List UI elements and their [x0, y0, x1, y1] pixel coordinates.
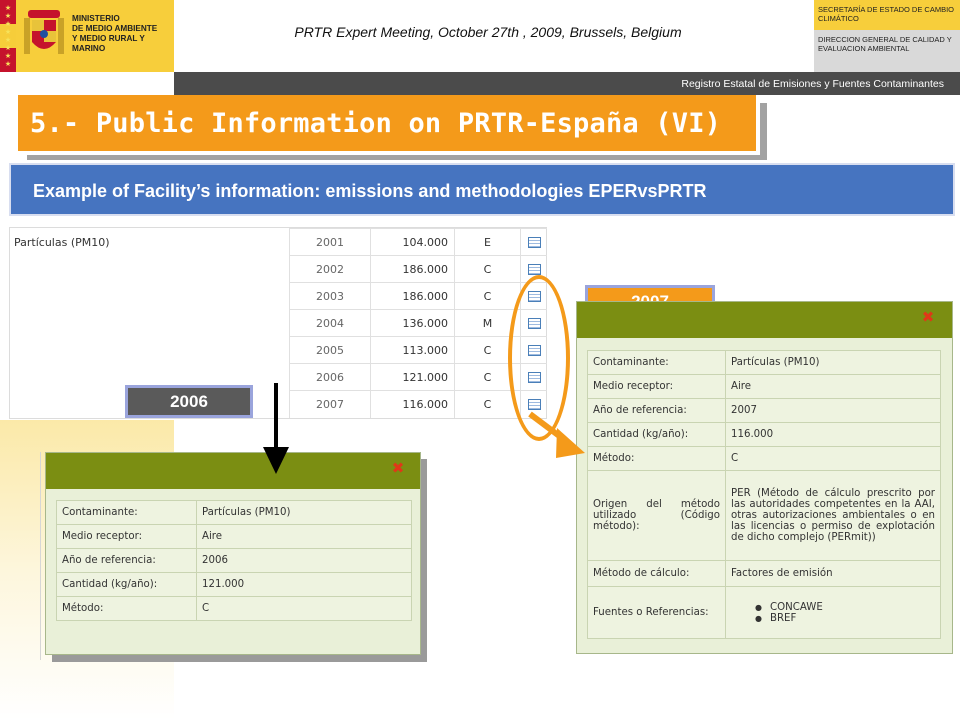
down-arrow-head-icon [263, 447, 289, 474]
annotation-arrows [263, 383, 585, 474]
diagonal-arrow-head-icon [556, 428, 585, 458]
